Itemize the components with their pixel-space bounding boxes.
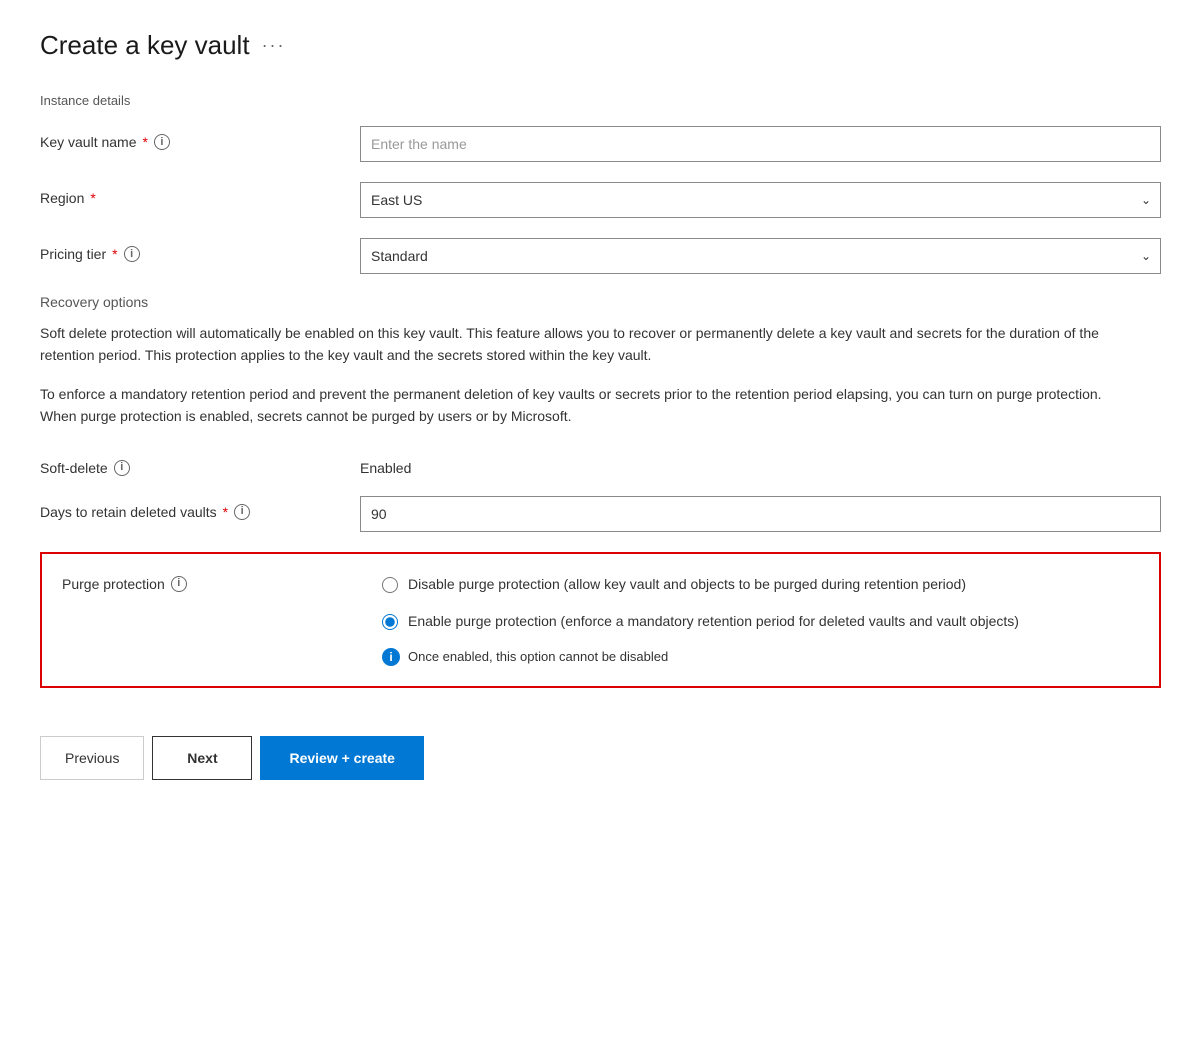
soft-delete-label: Soft-delete i (40, 452, 360, 476)
pricing-tier-info-icon[interactable]: i (124, 246, 140, 262)
key-vault-name-control (360, 126, 1161, 162)
purge-disable-option[interactable]: Disable purge protection (allow key vaul… (382, 574, 1139, 595)
recovery-section: Recovery options Soft delete protection … (40, 294, 1161, 428)
pricing-tier-select-wrapper: Standard Premium ⌄ (360, 238, 1161, 274)
key-vault-name-label: Key vault name * i (40, 126, 360, 150)
purge-disable-label: Disable purge protection (allow key vaul… (408, 574, 966, 595)
page-title: Create a key vault (40, 30, 250, 61)
next-button[interactable]: Next (152, 736, 252, 780)
required-star-name: * (143, 134, 148, 150)
soft-delete-info-icon[interactable]: i (114, 460, 130, 476)
days-retain-label: Days to retain deleted vaults * i (40, 496, 360, 520)
key-vault-name-row: Key vault name * i (40, 126, 1161, 162)
key-vault-name-info-icon[interactable]: i (154, 134, 170, 150)
days-retain-row: Days to retain deleted vaults * i (40, 496, 1161, 532)
previous-button[interactable]: Previous (40, 736, 144, 780)
purge-protection-info-icon[interactable]: i (171, 576, 187, 592)
soft-delete-row: Soft-delete i Enabled (40, 452, 1161, 476)
purge-protection-note: i Once enabled, this option cannot be di… (382, 648, 1139, 666)
instance-details-label: Instance details (40, 93, 1161, 108)
region-label: Region * (40, 182, 360, 206)
soft-delete-value: Enabled (360, 452, 1161, 476)
region-select[interactable]: East US East US 2 West US West US 2 Cent… (360, 182, 1161, 218)
purge-note-text: Once enabled, this option cannot be disa… (408, 649, 668, 664)
key-vault-name-input[interactable] (360, 126, 1161, 162)
pricing-tier-label: Pricing tier * i (40, 238, 360, 262)
days-retain-info-icon[interactable]: i (234, 504, 250, 520)
instance-details-section: Instance details Key vault name * i Regi… (40, 93, 1161, 274)
required-star-tier: * (112, 246, 117, 262)
recovery-description-2: To enforce a mandatory retention period … (40, 383, 1140, 428)
pricing-tier-select[interactable]: Standard Premium (360, 238, 1161, 274)
required-star-days: * (223, 504, 228, 520)
region-row: Region * East US East US 2 West US West … (40, 182, 1161, 218)
purge-disable-radio[interactable] (382, 577, 398, 593)
recovery-section-label: Recovery options (40, 294, 1161, 310)
page-header: Create a key vault ··· (40, 30, 1161, 61)
review-create-button[interactable]: Review + create (260, 736, 423, 780)
recovery-description-1: Soft delete protection will automaticall… (40, 322, 1140, 367)
required-star-region: * (90, 190, 95, 206)
purge-protection-row: Purge protection i Disable purge protect… (62, 574, 1139, 666)
days-retain-control (360, 496, 1161, 532)
purge-protection-section: Purge protection i Disable purge protect… (40, 552, 1161, 688)
pricing-tier-row: Pricing tier * i Standard Premium ⌄ (40, 238, 1161, 274)
days-retain-input[interactable] (360, 496, 1161, 532)
footer-buttons: Previous Next Review + create (40, 720, 1161, 780)
purge-protection-options: Disable purge protection (allow key vaul… (382, 574, 1139, 666)
purge-protection-label: Purge protection i (62, 574, 382, 592)
purge-enable-option[interactable]: Enable purge protection (enforce a manda… (382, 611, 1139, 632)
region-select-wrapper: East US East US 2 West US West US 2 Cent… (360, 182, 1161, 218)
purge-enable-radio[interactable] (382, 614, 398, 630)
purge-enable-label: Enable purge protection (enforce a manda… (408, 611, 1019, 632)
more-options-button[interactable]: ··· (262, 35, 286, 56)
pricing-tier-control: Standard Premium ⌄ (360, 238, 1161, 274)
purge-note-info-icon: i (382, 648, 400, 666)
region-control: East US East US 2 West US West US 2 Cent… (360, 182, 1161, 218)
